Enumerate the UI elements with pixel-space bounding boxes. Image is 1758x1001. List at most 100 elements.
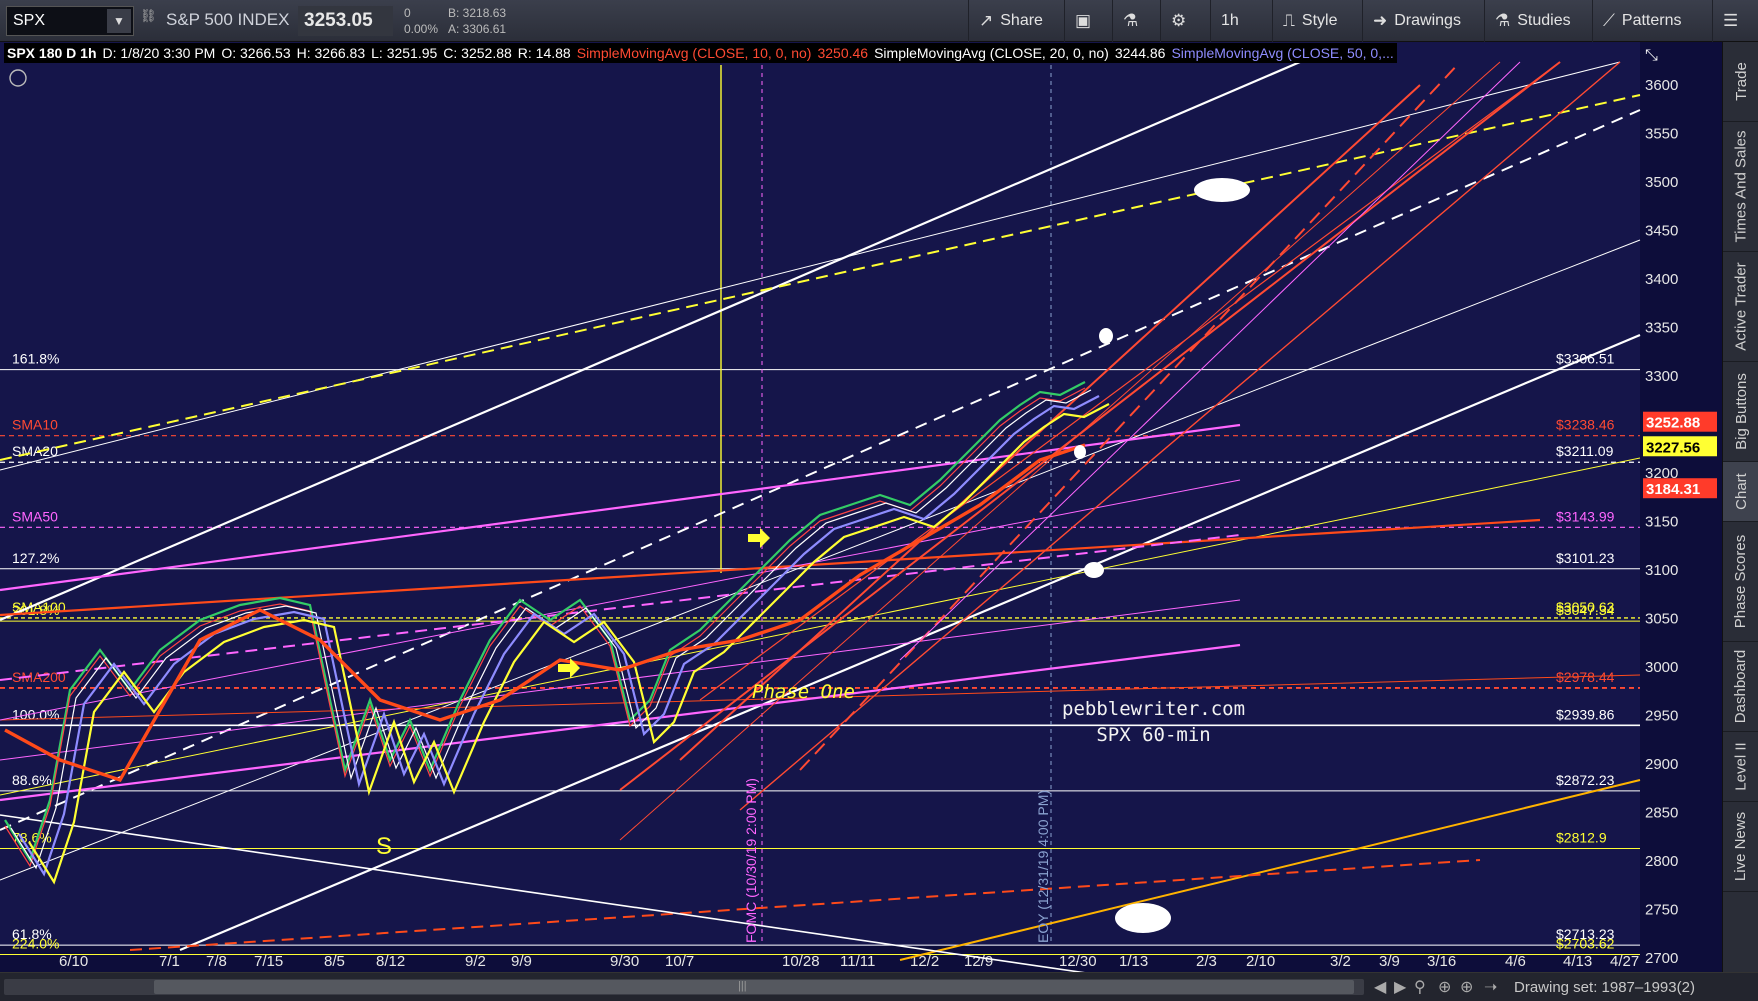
price-axis-label: 2750 xyxy=(1645,902,1678,919)
price-axis-label: 3400 xyxy=(1645,271,1678,288)
right-tab-strip: Trade Times And Sales Active Trader Big But… xyxy=(1722,42,1758,972)
time-axis-label: 10/7 xyxy=(665,953,694,970)
timeframe-button[interactable]: 1h xyxy=(1210,0,1272,42)
tab-big-buttons[interactable]: Big Buttons xyxy=(1723,362,1758,462)
level-label: SMA10 xyxy=(12,417,58,433)
chart-style-icon: ⎍ xyxy=(1283,11,1295,30)
price-axis-label: 2950 xyxy=(1645,708,1678,725)
price-axis-label: 3050 xyxy=(1645,611,1678,628)
time-axis-label: 4/6 xyxy=(1505,953,1526,970)
studies-button[interactable]: ⚗ Studies xyxy=(1484,0,1581,42)
arrow-icon[interactable]: ➝ xyxy=(1484,977,1497,997)
scrollbar-thumb[interactable]: ||| xyxy=(154,980,1354,994)
tab-trade[interactable]: Trade xyxy=(1723,42,1758,122)
phase-one-label: Phase One xyxy=(752,681,855,703)
bar-close: C: 3252.88 xyxy=(443,45,512,61)
patterns-icon: ⟋ xyxy=(1603,11,1615,30)
tab-times-and-sales[interactable]: Times And Sales xyxy=(1723,122,1758,252)
level-price-label: $3143.99 xyxy=(1556,508,1615,524)
time-axis-label: 9/2 xyxy=(465,953,486,970)
level-label: SMA50 xyxy=(12,508,58,524)
tab-label: Times And Sales xyxy=(1732,130,1750,243)
level-price-label: $2812.9 xyxy=(1556,829,1607,845)
share-button[interactable]: ↗ Share xyxy=(968,0,1053,42)
tab-live-news[interactable]: Live News xyxy=(1723,802,1758,892)
time-axis-label: 8/5 xyxy=(324,953,345,970)
symbol-input[interactable]: SPX ▼ xyxy=(6,6,134,36)
change-value: 0 xyxy=(404,6,411,20)
symbol-dropdown-button[interactable]: ▼ xyxy=(107,9,131,33)
patterns-label: Patterns xyxy=(1621,12,1682,29)
time-scrollbar[interactable]: ||| xyxy=(4,979,1364,995)
price-axis-label: 2900 xyxy=(1645,756,1678,773)
price-badge-value: 3252.88 xyxy=(1646,415,1700,432)
time-axis-label: 7/8 xyxy=(206,953,227,970)
target-ellipse xyxy=(1099,328,1113,344)
sma20-study-value: 3244.86 xyxy=(1114,45,1166,61)
time-axis-label: 10/28 xyxy=(782,953,820,970)
tab-label: Live News xyxy=(1732,811,1750,882)
price-axis-label: 3100 xyxy=(1645,562,1678,579)
tab-label: Big Buttons xyxy=(1732,373,1750,450)
time-axis-label: 8/12 xyxy=(376,953,405,970)
symbol-value: SPX xyxy=(13,12,46,29)
chart-toolbar: SPX ▼ ⛓ S&P 500 INDEX 3253.05 0 0.00% B:… xyxy=(0,0,1758,42)
style-button[interactable]: ⎍ Style xyxy=(1272,0,1347,42)
level-label: 161.8% xyxy=(12,351,59,367)
scroll-left-icon[interactable]: ◀ xyxy=(1374,977,1386,997)
target-ellipse xyxy=(1115,903,1171,933)
snapshot-button[interactable]: ▣ xyxy=(1064,0,1112,42)
tab-label: Phase Scores xyxy=(1732,534,1750,629)
price-badge-value: 3227.56 xyxy=(1646,439,1700,456)
bar-open: O: 3266.53 xyxy=(221,45,291,61)
tab-label: Chart xyxy=(1732,473,1750,510)
time-axis-label: 7/15 xyxy=(254,953,283,970)
tab-phase-scores[interactable]: Phase Scores xyxy=(1723,522,1758,642)
chart-canvas[interactable]: 3600355035003450340033503300325032003150… xyxy=(0,42,1722,972)
tab-dashboard[interactable]: Dashboard xyxy=(1723,642,1758,732)
grip-icon: ||| xyxy=(738,980,747,992)
sma50-study-label[interactable]: SimpleMovingAvg (CLOSE, 50, 0,... xyxy=(1168,45,1396,61)
thinkorswim-window: SPX ▼ ⛓ S&P 500 INDEX 3253.05 0 0.00% B:… xyxy=(0,0,1758,1001)
price-axis-label: 3000 xyxy=(1645,659,1678,676)
share-label: Share xyxy=(1000,12,1043,29)
watermark-site: pebblewriter.com xyxy=(1062,698,1246,720)
sma10-study-label[interactable]: SimpleMovingAvg (CLOSE, 10, 0, no) xyxy=(574,45,815,61)
scroll-right-icon[interactable]: ▶ xyxy=(1394,977,1406,997)
crosshair-icon[interactable]: ⊕ xyxy=(1438,977,1451,997)
gear-icon: ⚙ xyxy=(1171,11,1187,30)
bid-ask: B: 3218.63 A: 3306.61 xyxy=(448,5,506,37)
index-name: S&P 500 INDEX xyxy=(166,10,290,29)
fomc-label: FOMC (10/30/19 2:00 PM) xyxy=(743,778,759,943)
time-axis-label: 9/30 xyxy=(610,953,639,970)
tab-chart[interactable]: Chart xyxy=(1723,462,1758,522)
price-axis-label: 3600 xyxy=(1645,77,1678,94)
change-percent: 0.00% xyxy=(404,22,439,36)
level-label: 224.0% xyxy=(12,935,59,951)
studies-label: Studies xyxy=(1517,12,1571,29)
time-axis-label: 2/10 xyxy=(1246,953,1275,970)
price-axis-label: 2850 xyxy=(1645,805,1678,822)
sma20-study-label[interactable]: SimpleMovingAvg (CLOSE, 20, 0, no) xyxy=(871,45,1112,61)
price-chart[interactable]: 3600355035003450340033503300325032003150… xyxy=(0,42,1722,972)
settings-button[interactable]: ⚙ xyxy=(1160,0,1210,42)
flask-icon: ⚗ xyxy=(1123,11,1139,30)
price-axis-label: 3150 xyxy=(1645,514,1678,531)
tab-level-ii[interactable]: Level II xyxy=(1723,732,1758,802)
time-axis-label: 3/2 xyxy=(1330,953,1351,970)
tab-active-trader[interactable]: Active Trader xyxy=(1723,252,1758,362)
zoom-icon[interactable]: ⊕ xyxy=(1460,977,1473,997)
time-axis-label: 1/13 xyxy=(1119,953,1148,970)
patterns-button[interactable]: ⟋ Patterns xyxy=(1592,0,1692,42)
magnet-icon[interactable]: ⚲ xyxy=(1414,977,1426,997)
drawing-set-label[interactable]: Drawing set: 1987–1993(2) xyxy=(1514,979,1695,996)
drawings-button[interactable]: ➜ Drawings xyxy=(1362,0,1471,42)
chart-watermark: pebblewriter.com SPX 60-min xyxy=(1062,696,1245,748)
menu-button[interactable]: ☰ xyxy=(1712,0,1758,42)
bottom-bar: ||| ◀ ▶ ⚲ ⊕ ⊕ ➝ Drawing set: 1987–1993(2… xyxy=(0,972,1758,1001)
sma10-study-value: 3250.46 xyxy=(817,45,869,61)
level-price-label: $2939.86 xyxy=(1556,706,1615,722)
tab-label: Active Trader xyxy=(1732,262,1750,351)
flask-button[interactable]: ⚗ xyxy=(1112,0,1160,42)
link-icon[interactable]: ⛓ xyxy=(140,8,157,34)
